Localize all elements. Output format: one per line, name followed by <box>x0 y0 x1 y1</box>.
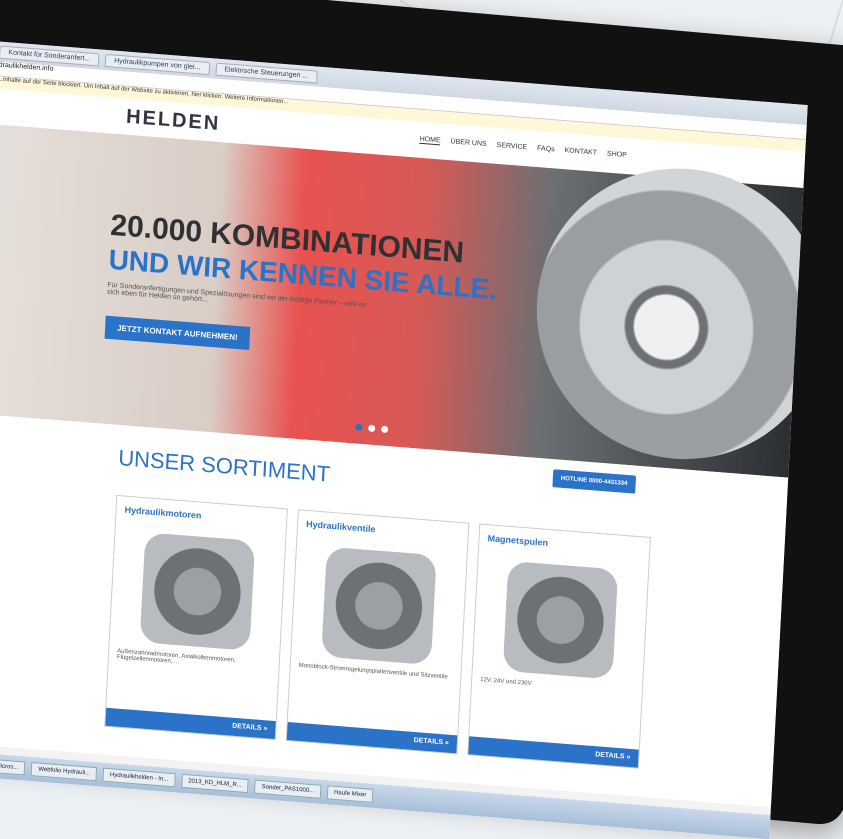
taskbar-item[interactable]: Posteingang - Micros... <box>0 755 26 776</box>
taskbar-item[interactable]: Haufe Mixer <box>326 785 374 803</box>
product-card-title[interactable]: Magnetspulen <box>479 525 650 564</box>
product-card-description: Monoblock-Stromregelungsplattenventile u… <box>298 662 448 681</box>
nav-faqs[interactable]: FAQs <box>537 145 555 154</box>
slider-dot[interactable] <box>381 425 389 434</box>
nav-shop[interactable]: SHOP <box>607 151 627 161</box>
hotline-badge[interactable]: HOTLINE 0000-4431334 <box>552 469 636 494</box>
nav-about[interactable]: ÜBER UNS <box>450 138 486 149</box>
taskbar-item[interactable]: Hydraulikhelden - In... <box>102 767 176 788</box>
taskbar-item[interactable]: Webfolio Hydrauli... <box>30 762 98 782</box>
main-nav: HOME ÜBER UNS SERVICE FAQs KONTAKT SHOP <box>419 135 627 161</box>
product-card[interactable]: Hydraulikventile Monoblock-Stromregelung… <box>285 509 470 755</box>
details-button[interactable]: DETAILS » <box>105 707 276 740</box>
details-button[interactable]: DETAILS » <box>468 736 639 768</box>
contact-cta-button[interactable]: JETZT KONTAKT AUFNEHMEN! <box>104 315 251 350</box>
taskbar-item[interactable]: 2013_KD_HLM_R... <box>180 773 250 794</box>
product-card-description: Außenzahnradmotoren, Axialkolbenmotoren,… <box>116 648 236 666</box>
slider-dots <box>355 423 389 434</box>
product-card[interactable]: Hydraulikmotoren Außenzahnradmotoren, Ax… <box>104 494 288 741</box>
slider-dot[interactable] <box>368 424 376 433</box>
product-card[interactable]: Magnetspulen 12V, 24V und 230V DETAILS » <box>467 523 651 769</box>
hydraulic-motor-image <box>139 532 256 651</box>
sortiment-section: UNSER SORTIMENT HOTLINE 0000-4431334 Hyd… <box>0 412 789 808</box>
nav-home[interactable]: HOME <box>419 135 441 146</box>
slider-dot[interactable] <box>355 423 363 432</box>
nav-service[interactable]: SERVICE <box>496 142 527 152</box>
site-logo[interactable]: HELDEN <box>126 105 221 135</box>
product-cards: Hydraulikmotoren Außenzahnradmotoren, Ax… <box>104 494 651 769</box>
product-card-description: 12V, 24V und 230V <box>480 677 532 688</box>
hydraulic-pump-image <box>529 157 808 471</box>
nav-contact[interactable]: KONTAKT <box>564 147 597 158</box>
hydraulic-valve-image <box>321 546 437 666</box>
product-card-title[interactable]: Hydraulikventile <box>297 510 468 549</box>
sortiment-heading: UNSER SORTIMENT <box>117 445 331 487</box>
monitor-screen: Kontakt für Sonderanfert... Hydraulikpum… <box>0 40 808 839</box>
product-card-title[interactable]: Hydraulikmotoren <box>116 496 287 535</box>
magnet-coil-image <box>502 560 619 680</box>
details-button[interactable]: DETAILS » <box>286 722 458 754</box>
taskbar-item[interactable]: Sonder_PAS1000... <box>254 779 322 799</box>
